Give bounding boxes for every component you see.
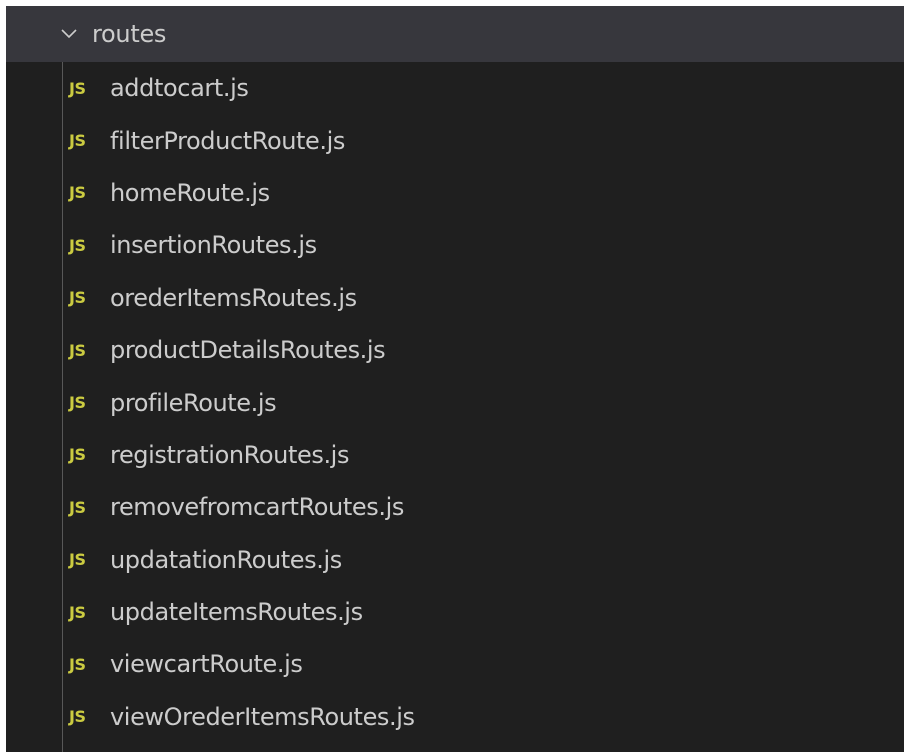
file-item[interactable]: JS updatationRoutes.js (6, 534, 904, 586)
file-name: updatationRoutes.js (110, 545, 342, 574)
file-item[interactable]: JS addtocart.js (6, 62, 904, 114)
file-name: addtocart.js (110, 74, 249, 103)
file-item[interactable]: JS removefromcartRoutes.js (6, 481, 904, 533)
js-file-icon: JS (69, 131, 86, 151)
file-item[interactable]: JS orederItemsRoutes.js (6, 272, 904, 324)
file-item[interactable]: JS updateItemsRoutes.js (6, 586, 904, 638)
file-item[interactable]: JS filterProductRoute.js (6, 114, 904, 166)
folder-routes[interactable]: routes (6, 6, 904, 62)
file-name: profileRoute.js (110, 388, 277, 417)
file-item[interactable]: JS insertionRoutes.js (6, 219, 904, 271)
js-file-icon: JS (69, 550, 86, 570)
js-file-icon: JS (69, 235, 86, 255)
file-name: homeRoute.js (110, 178, 270, 207)
js-file-icon: JS (69, 497, 86, 517)
file-item[interactable]: JS registrationRoutes.js (6, 429, 904, 481)
file-item[interactable]: JS productDetailsRoutes.js (6, 324, 904, 376)
file-item[interactable]: JS profileRoute.js (6, 376, 904, 428)
file-name: viewOrederItemsRoutes.js (110, 702, 415, 731)
file-list: JS addtocart.js JS filterProductRoute.js… (6, 62, 904, 743)
js-file-icon: JS (69, 654, 86, 674)
file-name: registrationRoutes.js (110, 440, 350, 469)
file-name: updateItemsRoutes.js (110, 598, 363, 627)
js-file-icon: JS (69, 78, 86, 98)
file-item[interactable]: JS viewOrederItemsRoutes.js (6, 691, 904, 743)
chevron-down-icon[interactable] (56, 21, 82, 47)
js-file-icon: JS (69, 288, 86, 308)
js-file-icon: JS (69, 340, 86, 360)
file-name: orederItemsRoutes.js (110, 283, 357, 312)
file-item[interactable]: JS homeRoute.js (6, 167, 904, 219)
js-file-icon: JS (69, 445, 86, 465)
js-file-icon: JS (69, 602, 86, 622)
file-name: insertionRoutes.js (110, 231, 317, 260)
file-item[interactable]: JS viewcartRoute.js (6, 638, 904, 690)
file-name: removefromcartRoutes.js (110, 493, 404, 522)
js-file-icon: JS (69, 707, 86, 727)
file-name: filterProductRoute.js (110, 126, 346, 155)
file-name: viewcartRoute.js (110, 650, 303, 679)
js-file-icon: JS (69, 393, 86, 413)
folder-name: routes (92, 20, 167, 48)
file-name: productDetailsRoutes.js (110, 336, 386, 365)
file-explorer: routes JS addtocart.js JS filterProductR… (6, 6, 904, 752)
js-file-icon: JS (69, 183, 86, 203)
